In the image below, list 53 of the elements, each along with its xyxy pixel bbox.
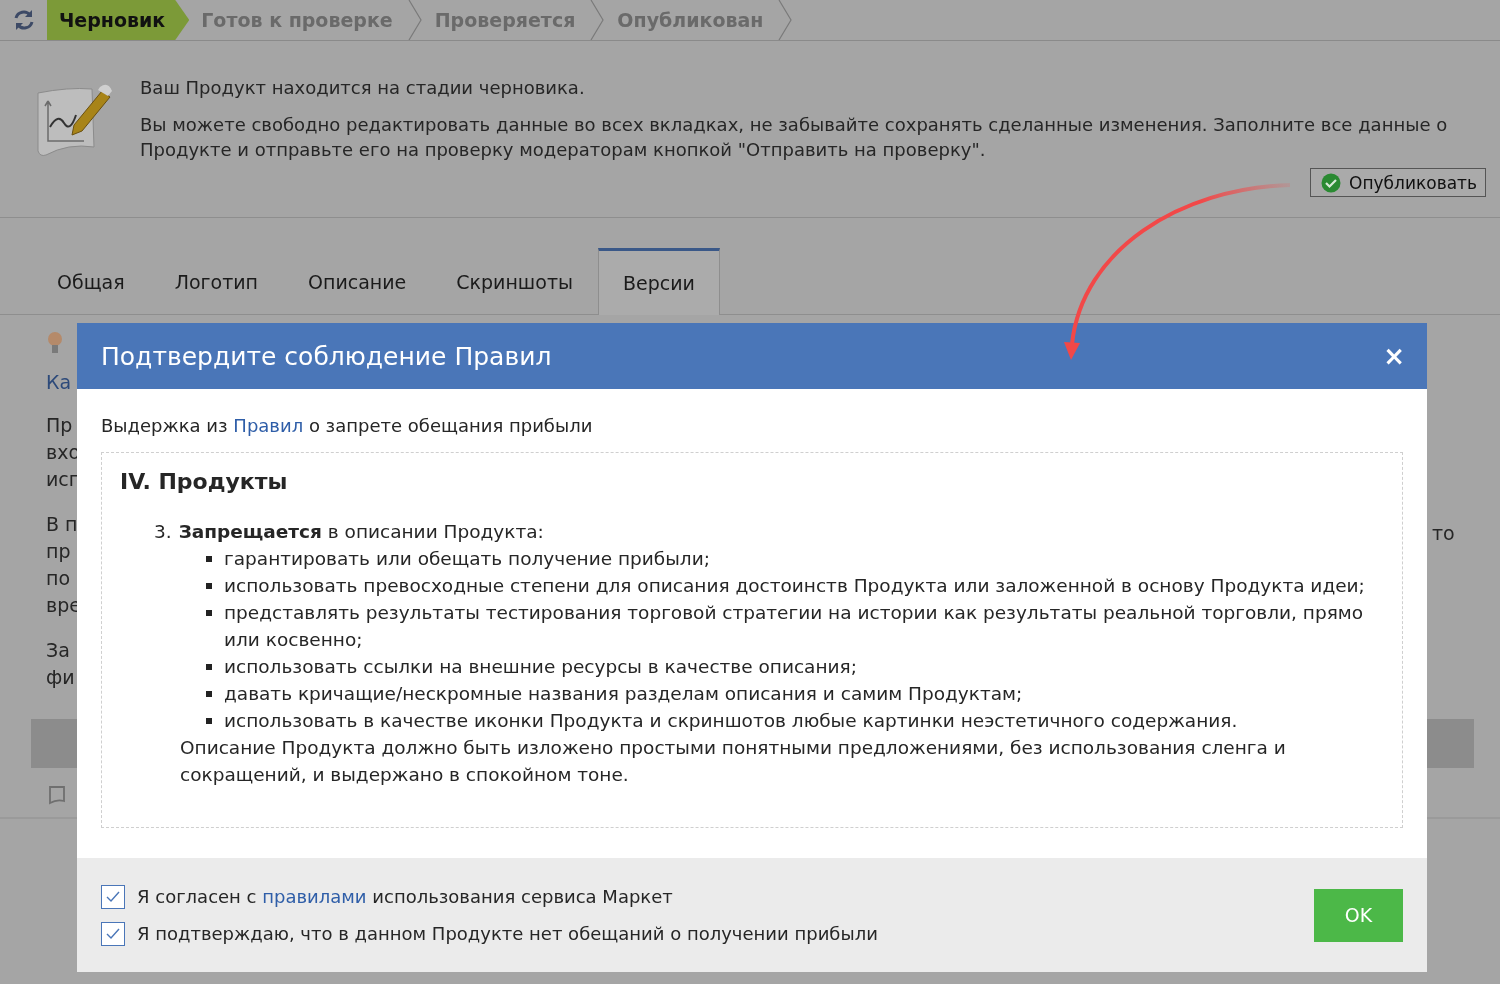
dialog-title: Подтвердите соблюдение Правил: [101, 341, 552, 371]
text-fragment: пр: [46, 539, 71, 564]
text-fragment: то: [1432, 521, 1455, 546]
close-button[interactable]: ×: [1383, 343, 1405, 369]
status-step: Черновик: [47, 0, 190, 40]
intro-text: Выдержка из Правил о запрете обещания прибыли: [101, 415, 594, 436]
bullet-icon: [206, 583, 212, 589]
lightbulb-icon: [46, 331, 64, 355]
item-text: Запрещается в описании Продукта:: [178, 520, 544, 544]
checkbox-label: Я согласен с правилами использования сервиса Маркет: [137, 886, 673, 907]
bullet-icon: [206, 718, 212, 724]
tab[interactable]: Версии: [597, 248, 720, 315]
closing-text: Описание Продукта должно быть изложено простыми понятными предложениями, без использования сленга и сокращений, и выдержано в спокойном тоне.: [179, 736, 1287, 787]
text-fragment: В п: [46, 512, 78, 537]
tab[interactable]: Скриншоты: [431, 248, 598, 315]
chevron-icon: [406, 0, 423, 40]
bullet-icon: [206, 664, 212, 670]
checkbox[interactable]: [101, 921, 125, 946]
section-title: IV. Продукты: [120, 469, 289, 494]
rules-link[interactable]: Правил: [233, 415, 304, 436]
status-step: Готов к проверке: [189, 0, 407, 40]
tab[interactable]: Логотип: [149, 248, 283, 315]
status-step: Проверяется: [422, 0, 590, 40]
bullet-icon: [206, 556, 212, 562]
rule-item: представлять результаты тестирования торговой стратегии на истории как результаты реальной торговли, прямо или косвенно;: [224, 601, 1365, 652]
document-icon: [48, 785, 67, 805]
bullet-icon: [206, 610, 212, 616]
chevron-icon: [777, 0, 794, 40]
tick-icon: [106, 890, 120, 903]
bullet-icon: [206, 691, 212, 697]
text-fragment: Пр: [46, 413, 73, 438]
rule-item: использовать ссылки на внешние ресурсы в качестве описания;: [224, 655, 857, 679]
text-fragment: по: [46, 566, 71, 591]
status-step: Опубликован: [605, 0, 778, 40]
tick-icon: [106, 927, 120, 940]
notice-text: Вы можете свободно редактировать данные во всех вкладках, не забывайте сохранять сделанные изменения. Заполните все данные о Продукте и отправьте его на проверку модераторам кнопкой "Отправить на проверку".: [140, 113, 1449, 162]
publish-button[interactable]: Опубликовать: [1310, 168, 1486, 197]
check-icon: [1321, 172, 1341, 193]
text-fragment: фи: [46, 665, 75, 690]
notice-title: Ваш Продукт находится на стадии черновика.: [140, 77, 586, 98]
rule-item: использовать в качестве иконки Продукта и скриншотов любые картинки неэстетичного содержания.: [224, 709, 1238, 733]
text-fragment: За: [46, 638, 70, 663]
checkbox-label: Я подтверждаю, что в данном Продукте нет обещаний о получении прибыли: [137, 923, 878, 944]
tab[interactable]: Описание: [283, 248, 432, 315]
help-link[interactable]: Ка: [46, 371, 72, 393]
rule-item: давать кричащие/нескромные названия разделам описания и самим Продуктам;: [224, 682, 1023, 706]
checkbox[interactable]: [101, 884, 125, 909]
rule-item: использовать превосходные степени для описания достоинств Продукта или заложенной в основу Продукта идеи;: [224, 574, 1365, 598]
tab[interactable]: Общая: [32, 248, 150, 315]
chevron-icon: [589, 0, 606, 40]
rule-item: гарантировать или обещать получение прибыли;: [224, 547, 710, 571]
item-number: 3.: [154, 520, 172, 544]
rules-link[interactable]: правилами: [262, 886, 367, 907]
